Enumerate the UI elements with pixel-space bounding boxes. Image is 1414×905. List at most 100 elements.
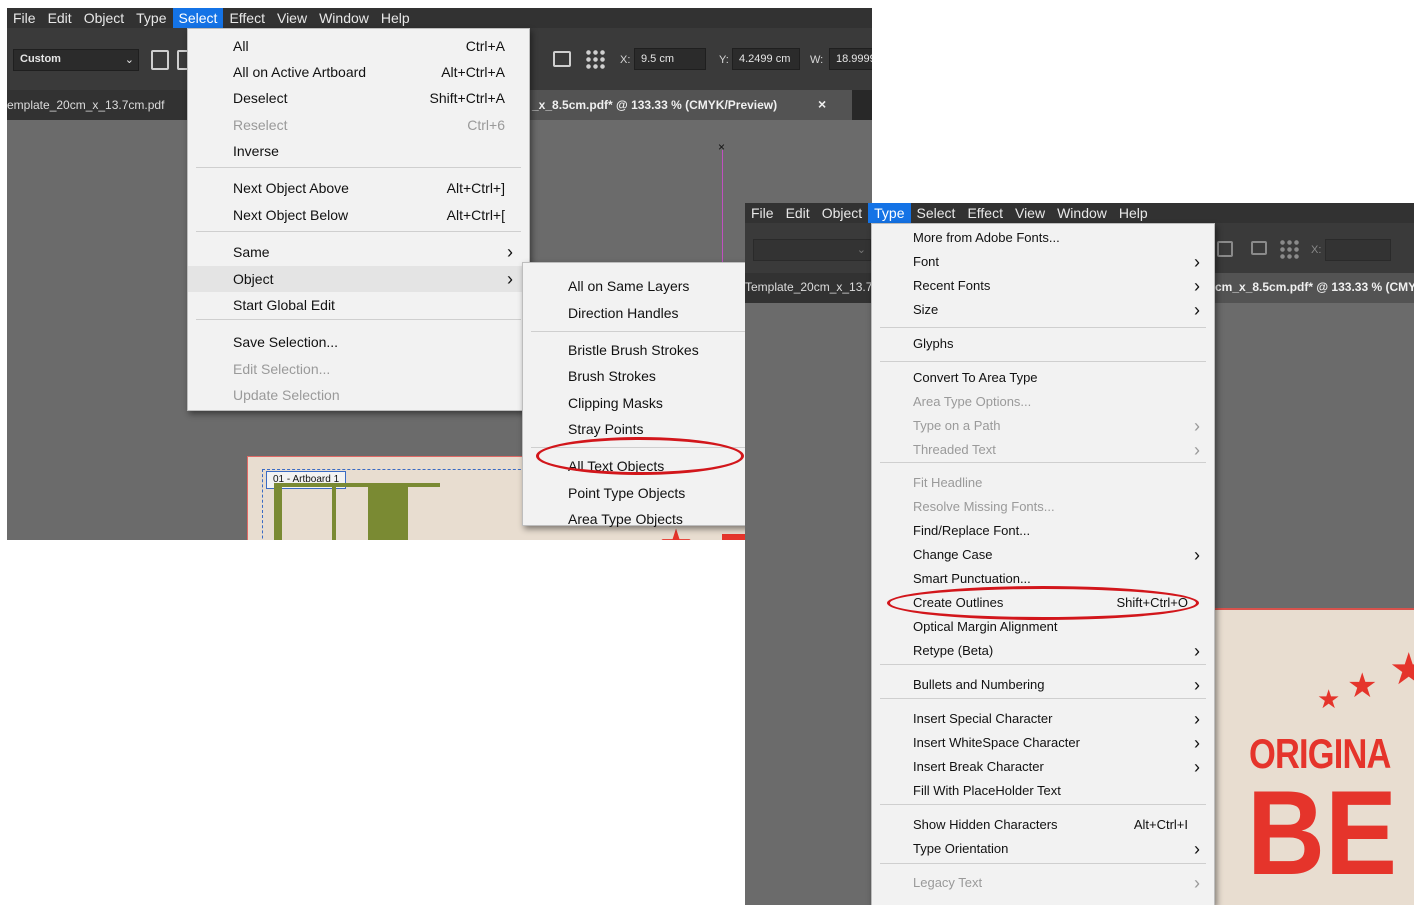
- menu-item-label: Inverse: [233, 143, 279, 159]
- select-menu-item-inverse[interactable]: Inverse: [188, 138, 529, 164]
- type-menu-item-insert-special-character[interactable]: Insert Special Character ›: [872, 707, 1214, 731]
- type-menu-item-insert-break-character[interactable]: Insert Break Character ›: [872, 755, 1214, 779]
- annotation-circle: [887, 586, 1199, 620]
- select-menu-item-update-selection[interactable]: Update Selection: [188, 382, 529, 408]
- menu-item-label: Fill With PlaceHolder Text: [913, 783, 1061, 798]
- type-menu-item-area-type-options[interactable]: Area Type Options...: [872, 390, 1214, 414]
- menu-item-label: Area Type Options...: [913, 394, 1032, 409]
- artwork-text-line2: BE: [1247, 766, 1398, 900]
- type-menu-item-more-from-adobe-fonts[interactable]: More from Adobe Fonts...: [872, 226, 1214, 250]
- select-menu-item-all[interactable]: All Ctrl+A: [188, 33, 529, 59]
- type-menu-item-fill-with-placeholder-text[interactable]: Fill With PlaceHolder Text: [872, 779, 1214, 803]
- menubar-item-edit[interactable]: Edit: [42, 8, 78, 28]
- menubar-item-file[interactable]: File: [7, 8, 42, 28]
- menu-item-label: Reselect: [233, 117, 288, 133]
- tab-active-document[interactable]: cm_x_8.5cm.pdf* @ 133.33 % (CMY: [1215, 273, 1414, 303]
- menu-separator: [880, 664, 1206, 665]
- menubar-item-view[interactable]: View: [271, 8, 313, 28]
- chevron-right-icon: ›: [507, 242, 513, 262]
- select-menu-item-same[interactable]: Same ›: [188, 239, 529, 265]
- select-menu-item-start-global-edit[interactable]: Start Global Edit: [188, 292, 529, 318]
- type-menu-item-type-orientation[interactable]: Type Orientation ›: [872, 837, 1214, 861]
- width-input[interactable]: 18.9999: [829, 48, 872, 70]
- x-label: X:: [1311, 244, 1322, 256]
- menu-item-label: All on Same Layers: [568, 278, 690, 294]
- select-menu-item-reselect[interactable]: Reselect Ctrl+6: [188, 112, 529, 138]
- menu-item-label: Font: [913, 254, 940, 269]
- artboard[interactable]: ★ ★ ★ ORIGINA BE: [1215, 608, 1414, 905]
- type-menu-item-fit-headline[interactable]: Fit Headline: [872, 471, 1214, 495]
- type-menu-item-insert-whitespace-character[interactable]: Insert WhiteSpace Character ›: [872, 731, 1214, 755]
- close-icon[interactable]: ×: [818, 96, 826, 112]
- chevron-right-icon: ›: [1194, 276, 1200, 296]
- menubar-item-effect[interactable]: Effect: [223, 8, 271, 28]
- menubar-item-window[interactable]: Window: [1051, 203, 1113, 223]
- type-menu-item-resolve-missing-fonts[interactable]: Resolve Missing Fonts...: [872, 495, 1214, 519]
- artwork-green-bar: [368, 483, 408, 540]
- type-menu-item-threaded-text[interactable]: Threaded Text ›: [872, 438, 1214, 462]
- menubar-item-help[interactable]: Help: [1113, 203, 1154, 223]
- type-menu-item-bullets-and-numbering[interactable]: Bullets and Numbering ›: [872, 673, 1214, 697]
- type-menu-item-convert-to-area-type[interactable]: Convert To Area Type: [872, 366, 1214, 390]
- tab-template-pdf[interactable]: Template_20cm_x_13.7: [745, 273, 875, 303]
- menubar-item-object[interactable]: Object: [78, 8, 130, 28]
- menubar-item-type[interactable]: Type: [130, 8, 172, 28]
- chevron-right-icon: ›: [1194, 545, 1200, 565]
- type-menu: More from Adobe Fonts... Font › Recent Font…: [871, 223, 1215, 905]
- select-menu-item-edit-selection[interactable]: Edit Selection...: [188, 356, 529, 382]
- artwork-green-bar: [274, 483, 282, 540]
- type-menu-item-retype-beta[interactable]: Retype (Beta) ›: [872, 639, 1214, 663]
- type-menu-item-glyphs[interactable]: Glyphs: [872, 332, 1214, 356]
- select-menu-item-save-selection[interactable]: Save Selection...: [188, 329, 529, 355]
- type-menu-item-show-hidden-characters[interactable]: Show Hidden Characters Alt+Ctrl+I: [872, 813, 1214, 837]
- menubar-item-select[interactable]: Select: [172, 8, 224, 28]
- select-menu-item-next-object-below[interactable]: Next Object Below Alt+Ctrl+[: [188, 202, 529, 228]
- y-position-input[interactable]: 4.2499 cm: [732, 48, 800, 70]
- select-menu-item-deselect[interactable]: Deselect Shift+Ctrl+A: [188, 85, 529, 111]
- menubar-item-type[interactable]: Type: [868, 203, 911, 223]
- tab-active-document[interactable]: _x_8.5cm.pdf* @ 133.33 % (CMYK/Preview) …: [522, 90, 852, 120]
- select-menu-item-all-on-active-artboard[interactable]: All on Active Artboard Alt+Ctrl+A: [188, 59, 529, 85]
- preset-dropdown[interactable]: ⌄: [753, 239, 871, 261]
- type-menu-item-size[interactable]: Size ›: [872, 298, 1214, 322]
- menu-item-label: Size: [913, 302, 939, 317]
- align-panel-icon[interactable]: [553, 51, 571, 67]
- select-menu-item-next-object-above[interactable]: Next Object Above Alt+Ctrl+]: [188, 175, 529, 201]
- select-menu-item-object[interactable]: Object ›: [188, 266, 529, 292]
- tab-label: Template_20cm_x_13.7: [745, 280, 873, 294]
- menu-item-label: Convert To Area Type: [913, 370, 1038, 385]
- menubar-item-effect[interactable]: Effect: [961, 203, 1009, 223]
- chevron-right-icon: ›: [1194, 733, 1200, 753]
- menubar-item-edit[interactable]: Edit: [780, 203, 816, 223]
- menubar-item-select[interactable]: Select: [911, 203, 962, 223]
- type-menu-item-find-replace-font[interactable]: Find/Replace Font...: [872, 519, 1214, 543]
- tab-label: _x_8.5cm.pdf* @ 133.33 % (CMYK/Preview): [532, 98, 778, 112]
- x-position-input[interactable]: [1325, 239, 1391, 261]
- menu-separator: [196, 231, 521, 232]
- x-position-input[interactable]: 9.5 cm: [634, 48, 706, 70]
- document-icon[interactable]: [151, 50, 169, 70]
- menu-item-label: All on Active Artboard: [233, 64, 367, 80]
- align-panel-icon[interactable]: [1251, 241, 1267, 255]
- type-menu-item-legacy-text[interactable]: Legacy Text ›: [872, 871, 1214, 895]
- tab-template-pdf[interactable]: emplate_20cm_x_13.7cm.pdf: [7, 90, 189, 120]
- menu-separator: [880, 863, 1206, 864]
- guide-line: [722, 150, 723, 280]
- menubar-item-object[interactable]: Object: [816, 203, 868, 223]
- tab-label: cm_x_8.5cm.pdf* @ 133.33 % (CMY: [1215, 280, 1414, 294]
- menu-item-label: All: [233, 38, 249, 54]
- type-menu-item-change-case[interactable]: Change Case ›: [872, 543, 1214, 567]
- reference-point-icon[interactable]: [585, 49, 605, 69]
- menu-separator: [880, 361, 1206, 362]
- menubar-item-window[interactable]: Window: [313, 8, 375, 28]
- transform-icon[interactable]: [1217, 241, 1233, 257]
- menubar-item-view[interactable]: View: [1009, 203, 1051, 223]
- preset-dropdown[interactable]: Custom ⌄: [13, 49, 139, 71]
- menubar-item-file[interactable]: File: [745, 203, 780, 223]
- menubar-item-help[interactable]: Help: [375, 8, 416, 28]
- type-menu-item-font[interactable]: Font ›: [872, 250, 1214, 274]
- menu-item-label: Save Selection...: [233, 334, 339, 350]
- type-menu-item-recent-fonts[interactable]: Recent Fonts ›: [872, 274, 1214, 298]
- type-menu-item-type-on-a-path[interactable]: Type on a Path ›: [872, 414, 1214, 438]
- reference-point-icon[interactable]: [1279, 239, 1299, 259]
